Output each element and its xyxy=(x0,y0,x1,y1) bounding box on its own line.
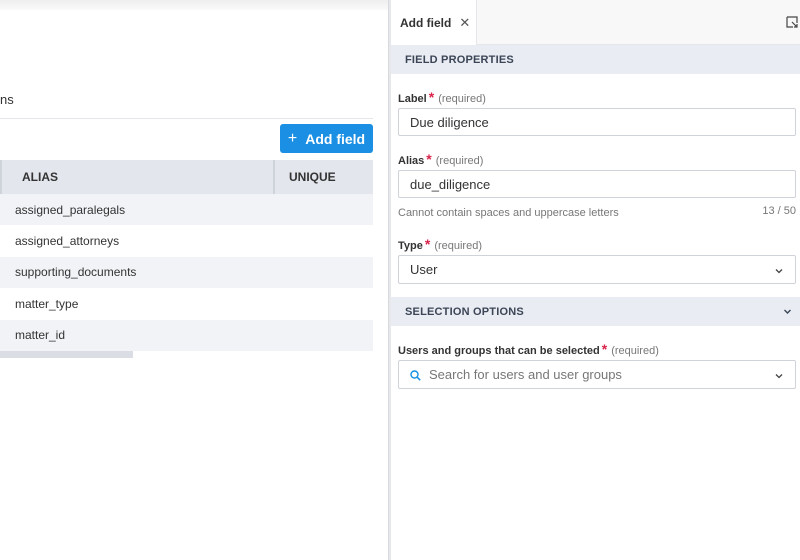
required-star-icon: * xyxy=(426,151,432,167)
divider xyxy=(0,118,373,119)
table-header: ALIAS UNIQUE xyxy=(0,160,373,194)
alias-hint: Cannot contain spaces and uppercase lett… xyxy=(398,207,619,219)
table-row[interactable]: matter_type xyxy=(0,288,373,320)
required-text: (required) xyxy=(435,155,484,167)
add-field-panel: Add field ✕ FIELD PROPERTIES Label * (requ… xyxy=(391,0,800,560)
field-label-text: Type xyxy=(398,240,423,252)
users-groups-search-select[interactable]: Search for users and user groups xyxy=(398,360,796,389)
required-star-icon: * xyxy=(601,341,608,357)
add-field-button[interactable]: + Add field xyxy=(280,124,373,153)
search-icon xyxy=(410,370,421,381)
field-label-text: Label xyxy=(398,93,427,105)
panel-tab-bar: Add field ✕ xyxy=(391,0,800,45)
type-select-value: User xyxy=(410,262,438,277)
tab-label-truncated[interactable]: ns xyxy=(0,92,14,107)
table-row[interactable]: assigned_paralegals xyxy=(0,194,373,226)
column-header-alias[interactable]: ALIAS xyxy=(0,160,273,194)
tab-title: Add field xyxy=(400,15,452,30)
add-field-button-label: Add field xyxy=(305,130,366,147)
top-bar xyxy=(0,0,388,10)
horizontal-scrollbar[interactable] xyxy=(0,351,133,358)
fields-table: ALIAS UNIQUE assigned_paralegals assigne… xyxy=(0,160,373,351)
close-icon[interactable]: ✕ xyxy=(459,15,470,31)
chevron-down-icon xyxy=(775,269,783,274)
table-body: assigned_paralegals assigned_attorneys s… xyxy=(0,194,373,351)
tab-add-field[interactable]: Add field ✕ xyxy=(391,0,477,45)
users-groups-placeholder: Search for users and user groups xyxy=(429,367,622,382)
section-header-selection-options[interactable]: SELECTION OPTIONS xyxy=(391,297,800,326)
required-star-icon: * xyxy=(424,236,431,252)
alias-character-counter: 13 / 50 xyxy=(762,205,796,217)
left-pane: ns + Add field ALIAS UNIQUE assigned_par… xyxy=(0,0,388,560)
field-label-text: Users and groups that can be selected xyxy=(398,345,600,357)
required-text: (required) xyxy=(438,93,486,105)
section-title: FIELD PROPERTIES xyxy=(405,53,514,66)
expand-icon[interactable] xyxy=(786,16,798,28)
table-row[interactable]: matter_id xyxy=(0,319,373,351)
required-star-icon: * xyxy=(428,89,435,105)
label-input[interactable]: Due diligence xyxy=(398,108,796,136)
required-text: (required) xyxy=(611,345,659,357)
label-field-label: Label * (required) xyxy=(398,89,486,105)
plus-icon: + xyxy=(287,129,298,147)
section-header-field-properties: FIELD PROPERTIES xyxy=(391,45,800,74)
table-row[interactable]: supporting_documents xyxy=(0,256,373,289)
required-text: (required) xyxy=(434,240,482,252)
table-row[interactable]: assigned_attorneys xyxy=(0,225,373,257)
chevron-down-icon[interactable] xyxy=(783,307,792,316)
column-header-unique[interactable]: UNIQUE xyxy=(273,160,373,194)
alias-field-label: Alias * (required) xyxy=(398,151,483,167)
users-groups-field-label: Users and groups that can be selected * (r… xyxy=(398,341,659,357)
chevron-down-icon xyxy=(775,374,783,379)
type-select[interactable]: User xyxy=(398,255,796,284)
section-title: SELECTION OPTIONS xyxy=(405,305,524,318)
field-label-text: Alias xyxy=(398,155,425,167)
alias-input[interactable]: due_diligence xyxy=(398,170,796,198)
type-field-label: Type * (required) xyxy=(398,236,482,252)
